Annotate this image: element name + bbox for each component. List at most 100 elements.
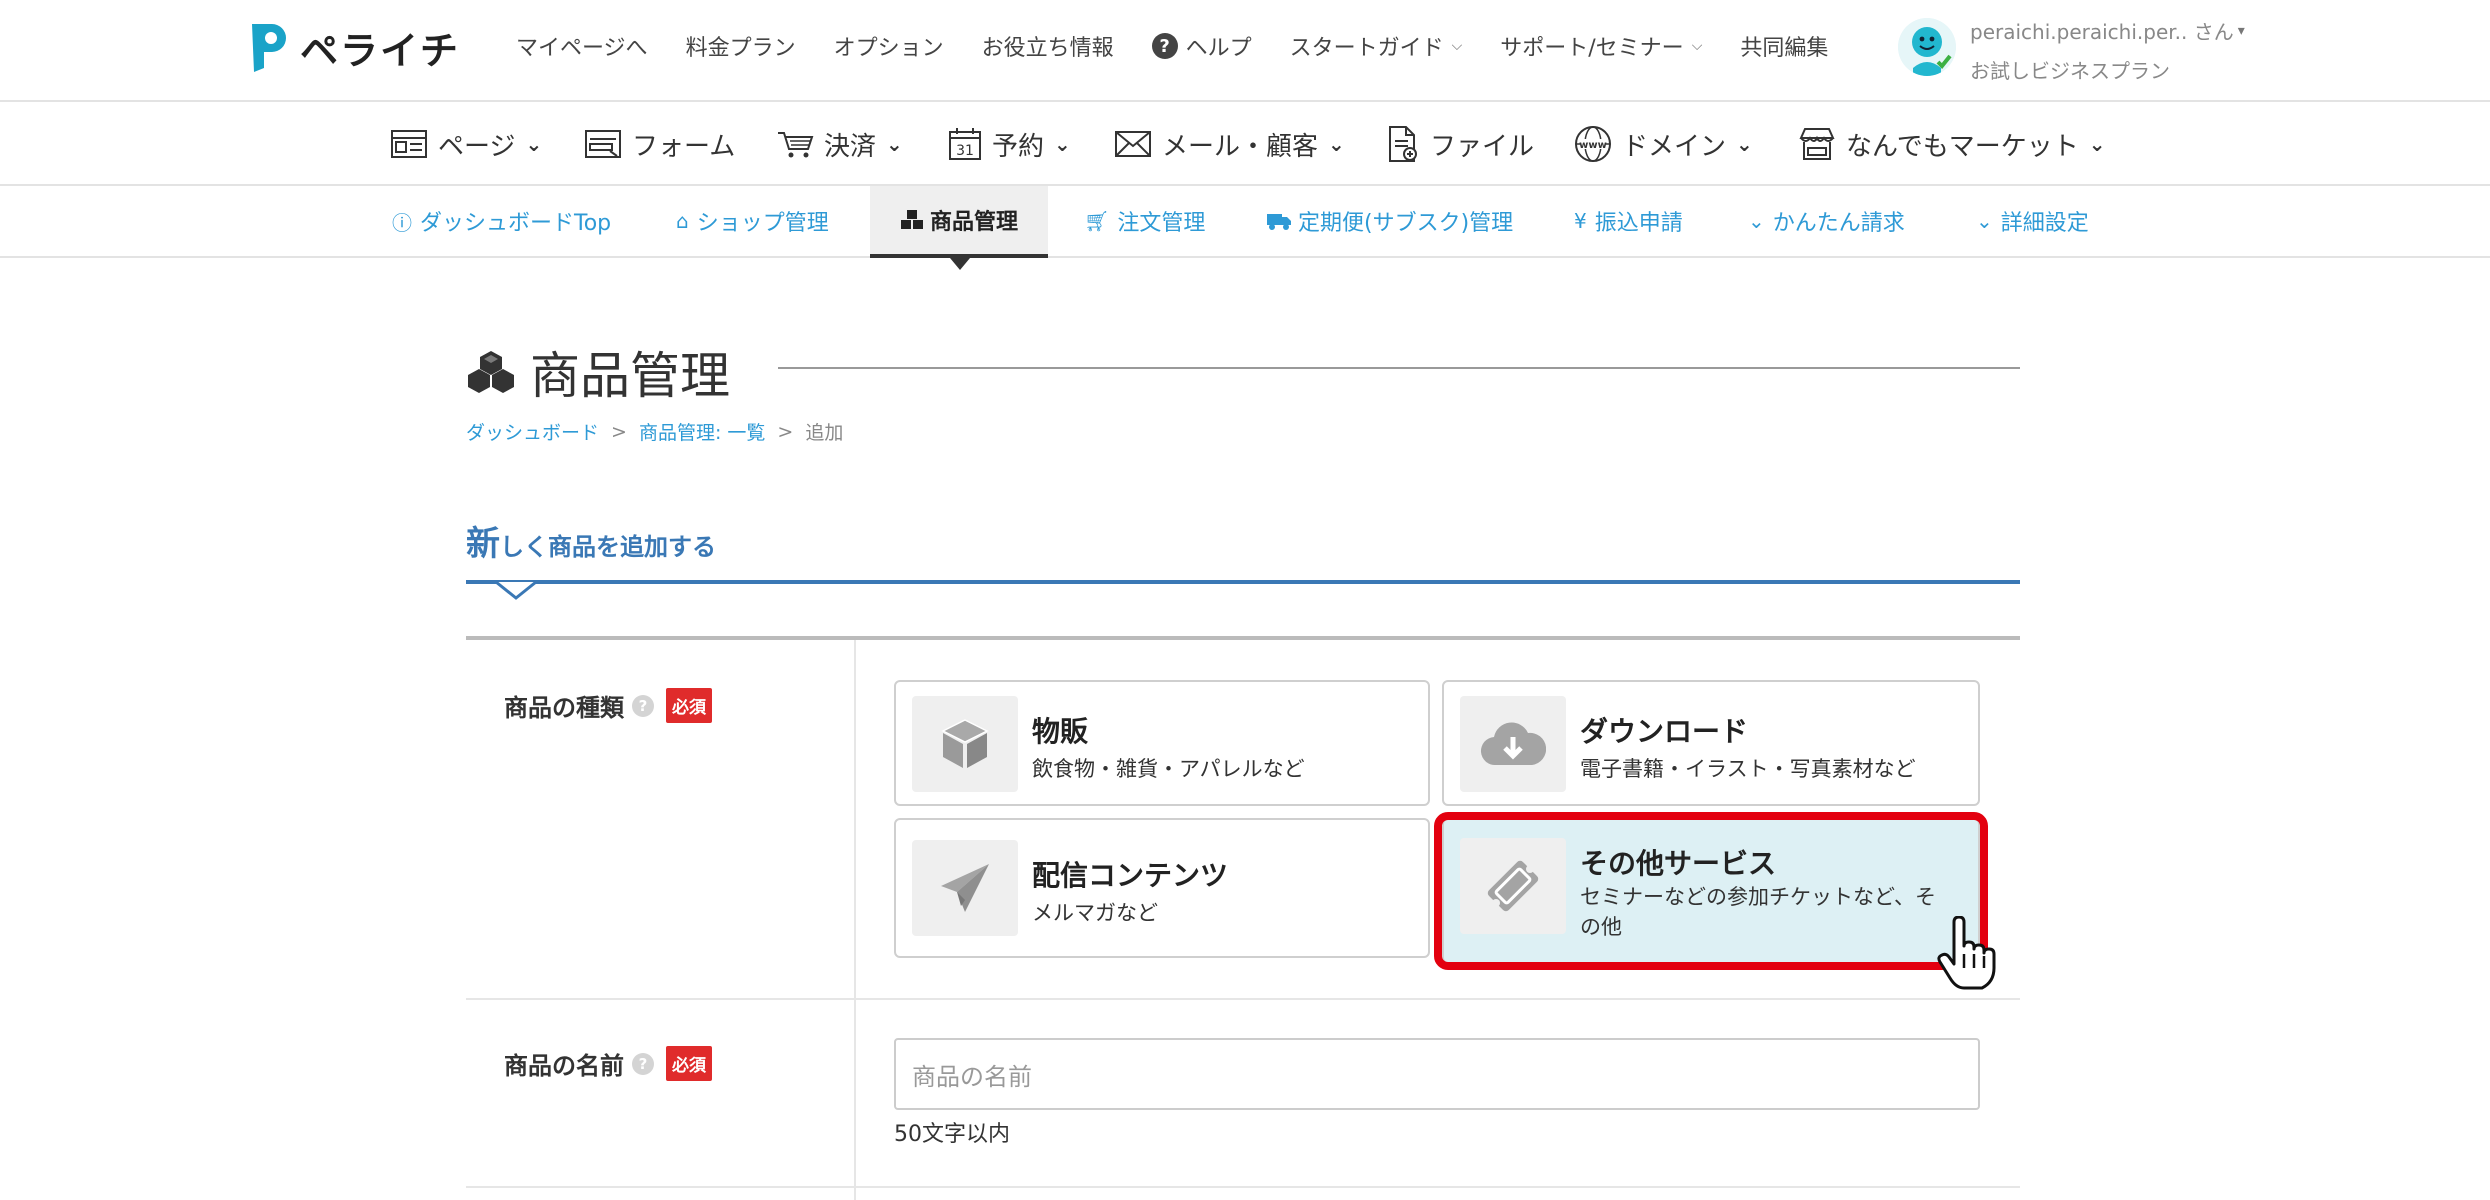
nav-pricing-label: 料金プラン — [685, 36, 796, 61]
main-nav-reservation-label: 予約 — [992, 131, 1045, 162]
required-badge: 必須 — [666, 688, 712, 723]
nav-mypage-label: マイページへ — [516, 36, 648, 61]
nav-support-seminar[interactable]: サポート/セミナー ⌵ — [1500, 30, 1702, 62]
main-nav-mail-customer-label: メール・顧客 — [1162, 131, 1319, 162]
main-nav-reservation[interactable]: 31 予約 ⌄ — [948, 124, 1071, 164]
product-name-hint: 50文字以内 — [894, 1122, 1010, 1147]
main-nav-file[interactable]: ファイル — [1386, 124, 1534, 164]
main-nav-page[interactable]: ページ ⌄ — [390, 124, 542, 164]
tab-order-management[interactable]: 🛒︎ 注文管理 — [1084, 186, 1205, 256]
nav-start-guide-label: スタートガイド — [1289, 36, 1444, 61]
section-underline — [466, 580, 2020, 584]
nav-useful-info[interactable]: お役立ち情報 — [982, 30, 1114, 62]
help-icon[interactable]: ? — [632, 1052, 654, 1075]
breadcrumb-dashboard[interactable]: ダッシュボード — [466, 418, 599, 445]
nav-useful-info-label: お役立ち情報 — [981, 36, 1114, 61]
nav-mypage[interactable]: マイページへ — [516, 30, 648, 62]
help-icon[interactable]: ? — [632, 694, 654, 717]
option-description: 電子書籍・イラスト・写真素材など — [1580, 757, 1916, 781]
nav-start-guide[interactable]: スタートガイド ⌵ — [1290, 30, 1463, 62]
peraichi-logo[interactable]: ペライチ — [248, 18, 460, 76]
page-title: 商品管理 — [466, 336, 730, 408]
main-nav-payment[interactable]: 決済 ⌄ — [776, 124, 903, 164]
main-nav-payment-label: 決済 — [824, 131, 877, 162]
paper-plane-icon — [941, 864, 989, 912]
cubes-icon — [901, 210, 923, 229]
cart-icon — [778, 132, 814, 158]
tab-detail-settings[interactable]: ⌄ 詳細設定 — [1976, 186, 2089, 256]
main-nav-form[interactable]: フォーム — [584, 124, 735, 164]
tab-product-management-label: 商品管理 — [930, 210, 1019, 235]
chevron-down-icon: ⌄ — [1748, 209, 1765, 233]
breadcrumb-separator: > — [611, 420, 627, 443]
user-plan: お試しビジネスプラン — [1970, 59, 2170, 83]
globe-www-text: www — [1579, 140, 1607, 151]
user-name-text: peraichi.peraichi.per.. さん — [1970, 20, 2234, 44]
nav-help[interactable]: ? ヘルプ — [1151, 30, 1252, 62]
nav-co-edit-label: 共同編集 — [1740, 36, 1829, 61]
main-nav-file-label: ファイル — [1430, 131, 1535, 162]
option-description: 飲食物・雑貨・アパレルなど — [1032, 757, 1305, 781]
main-nav-market[interactable]: なんでもマーケット ⌄ — [1798, 124, 2105, 164]
main-nav-domain[interactable]: www ドメイン ⌄ — [1574, 124, 1753, 164]
main-nav-mail-customer[interactable]: メール・顧客 ⌄ — [1114, 124, 1345, 164]
tab-subscription-management[interactable]: 定期便(サブスク)管理 — [1266, 186, 1513, 256]
option-title: 物販 — [1032, 715, 1089, 748]
main-nav-form-label: フォーム — [632, 131, 736, 162]
product-type-label: 商品の種類 ? 必須 — [504, 688, 712, 723]
nav-pricing[interactable]: 料金プラン — [686, 30, 796, 62]
chevron-down-icon: ⌄ — [525, 132, 543, 156]
caret-down-icon: ▾ — [2237, 22, 2245, 39]
cubes-icon — [468, 351, 514, 393]
form-row-separator — [466, 1186, 2020, 1188]
main-nav-market-label: なんでもマーケット — [1846, 131, 2079, 162]
title-divider — [778, 367, 2020, 369]
section-heading-rest: しく商品を追加する — [500, 533, 716, 561]
nav-co-edit[interactable]: 共同編集 — [1740, 30, 1828, 62]
logo-mark-icon — [252, 24, 286, 72]
home-icon: ⌂ — [676, 209, 689, 233]
option-title: ダウンロード — [1580, 715, 1749, 748]
tab-subscription-management-label: 定期便(サブスク)管理 — [1298, 211, 1514, 236]
product-name-input[interactable]: 商品の名前 — [894, 1038, 1980, 1110]
tab-product-management[interactable]: 商品管理 — [870, 186, 1049, 258]
option-description: メルマガなど — [1032, 901, 1158, 925]
breadcrumb-product-list[interactable]: 商品管理: 一覧 — [639, 418, 765, 445]
yen-icon: ¥ — [1574, 209, 1587, 233]
box-icon — [941, 719, 989, 768]
chevron-down-icon: ⌵ — [1451, 38, 1463, 54]
nav-options[interactable]: オプション — [834, 30, 944, 62]
option-title: 配信コンテンツ — [1032, 859, 1229, 892]
form-row-separator — [466, 998, 2020, 1000]
nav-help-label: ヘルプ — [1185, 36, 1252, 61]
chevron-down-icon: ⌄ — [2088, 132, 2106, 156]
nav-options-label: オプション — [833, 36, 944, 61]
logo-text: ペライチ — [300, 28, 461, 73]
avatar-icon — [1898, 18, 1956, 76]
tab-transfer-request-label: 振込申請 — [1594, 211, 1683, 236]
chevron-down-icon: ⌄ — [1976, 209, 1993, 233]
top-header: ペライチ マイページへ 料金プラン オプション お役立ち情報 ? ヘルプ スタート… — [0, 0, 2490, 102]
selection-highlight-frame — [1434, 812, 1988, 970]
option-icon-box — [912, 840, 1018, 936]
tab-dashboard-top[interactable]: ⓘ ダッシュボードTop — [392, 186, 611, 256]
tab-transfer-request[interactable]: ¥ 振込申請 — [1574, 186, 1683, 256]
tab-shop-management[interactable]: ⌂ ショップ管理 — [676, 186, 829, 256]
tab-shop-management-label: ショップ管理 — [696, 211, 829, 236]
product-type-option-streaming[interactable]: 配信コンテンツ メルマガなど — [894, 818, 1430, 958]
page-title-text: 商品管理 — [530, 347, 730, 405]
nav-support-seminar-label: サポート/セミナー — [1500, 36, 1684, 61]
tab-easy-billing-label: かんたん請求 — [1772, 211, 1905, 236]
user-name: peraichi.peraichi.per.. さん ▾ — [1970, 16, 2245, 45]
main-nav: ページ ⌄ フォーム 決済 ⌄ 31 予約 ⌄ メール・顧客 ⌄ ファイル www ドメ… — [0, 102, 2490, 186]
tab-easy-billing[interactable]: ⌄ かんたん請求 — [1748, 186, 1905, 256]
option-icon-box — [1460, 696, 1566, 792]
cart-icon: 🛒︎ — [1084, 209, 1110, 233]
calendar-icon: 31 — [949, 128, 981, 160]
product-type-option-physical[interactable]: 物販 飲食物・雑貨・アパレルなど — [894, 680, 1430, 806]
product-type-option-download[interactable]: ダウンロード 電子書籍・イラスト・写真素材など — [1442, 680, 1980, 806]
chevron-down-icon: ⌵ — [1691, 38, 1703, 54]
user-menu[interactable]: peraichi.peraichi.per.. さん ▾ お試しビジネスプラン — [1898, 16, 2245, 84]
chevron-down-icon: ⌄ — [1054, 132, 1071, 156]
truck-icon — [1267, 214, 1291, 230]
